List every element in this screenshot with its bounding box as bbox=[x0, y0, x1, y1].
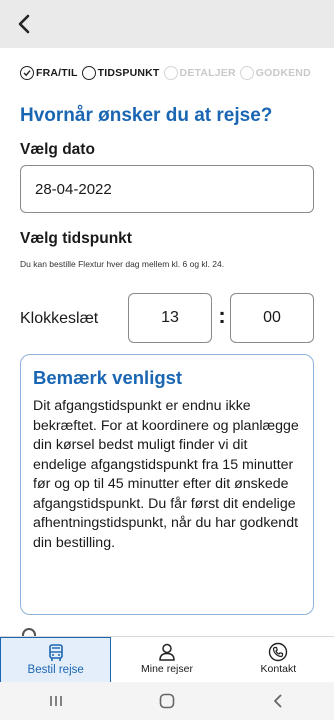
chevron-left-icon bbox=[18, 14, 30, 34]
notice-title: Bemærk venligst bbox=[33, 367, 183, 388]
tab-bestil-rejse[interactable]: Bestil rejse bbox=[0, 637, 112, 683]
page-title: Hvornår ønsker du at rejse? bbox=[20, 105, 273, 126]
bottom-tab-bar: Bestil rejse Mine rejser Kontakt bbox=[0, 636, 334, 683]
home-button[interactable] bbox=[147, 686, 187, 716]
step-fra-til[interactable]: FRA/TIL bbox=[20, 66, 78, 80]
tab-kontakt[interactable]: Kontakt bbox=[223, 637, 334, 683]
time-separator: : bbox=[218, 303, 226, 328]
step-tidspunkt[interactable]: TIDSPUNKT bbox=[81, 66, 160, 80]
tab-mine-rejser[interactable]: Mine rejser bbox=[111, 637, 222, 683]
top-app-bar bbox=[0, 0, 334, 48]
time-label: Vælg tidspunkt bbox=[20, 230, 132, 247]
circle-icon bbox=[239, 66, 254, 80]
circle-icon bbox=[22, 628, 36, 636]
recent-apps-button[interactable] bbox=[36, 686, 76, 716]
home-icon bbox=[159, 693, 175, 709]
step-label: FRA/TIL bbox=[36, 67, 78, 79]
phone-icon bbox=[268, 641, 288, 663]
check-circle-icon bbox=[20, 66, 34, 80]
bus-icon bbox=[46, 642, 66, 664]
step-label: GODKEND bbox=[255, 67, 311, 79]
clock-label: Klokkeslæt bbox=[20, 310, 99, 327]
tab-label: Mine rejser bbox=[141, 663, 193, 675]
circle-icon bbox=[81, 66, 96, 80]
minute-field[interactable]: 00 bbox=[230, 293, 314, 343]
circle-icon bbox=[163, 66, 178, 80]
hour-value: 13 bbox=[161, 309, 179, 326]
notice-body: Dit afgangstidspunkt er endnu ikke bekræ… bbox=[33, 398, 299, 551]
back-button[interactable] bbox=[12, 10, 36, 38]
step-label: TIDSPUNKT bbox=[97, 67, 160, 79]
notice-box: Bemærk venligst Dit afgangstidspunkt er … bbox=[20, 354, 314, 615]
chevron-left-icon bbox=[274, 694, 282, 708]
date-field[interactable]: 28-04-2022 bbox=[20, 165, 314, 213]
time-hint: Du kan bestille Flextur hver dag mellem … bbox=[20, 259, 225, 269]
tab-label: Bestil rejse bbox=[27, 664, 84, 676]
step-label: DETALJER bbox=[179, 67, 236, 79]
tab-label: Kontakt bbox=[260, 663, 297, 675]
date-label: Vælg dato bbox=[20, 141, 95, 158]
recent-apps-icon bbox=[49, 696, 62, 706]
system-navigation-bar bbox=[0, 682, 334, 720]
step-godkend: GODKEND bbox=[239, 66, 311, 80]
person-icon bbox=[157, 641, 177, 663]
step-detaljer: DETALJER bbox=[163, 66, 236, 80]
scroll-peek-content bbox=[22, 626, 62, 636]
date-value: 28-04-2022 bbox=[35, 180, 112, 198]
hour-field[interactable]: 13 bbox=[128, 293, 212, 343]
system-back-button[interactable] bbox=[258, 686, 298, 716]
minute-value: 00 bbox=[263, 309, 281, 326]
progress-steps: FRA/TIL TIDSPUNKT DETALJER GODKEND bbox=[20, 64, 328, 82]
